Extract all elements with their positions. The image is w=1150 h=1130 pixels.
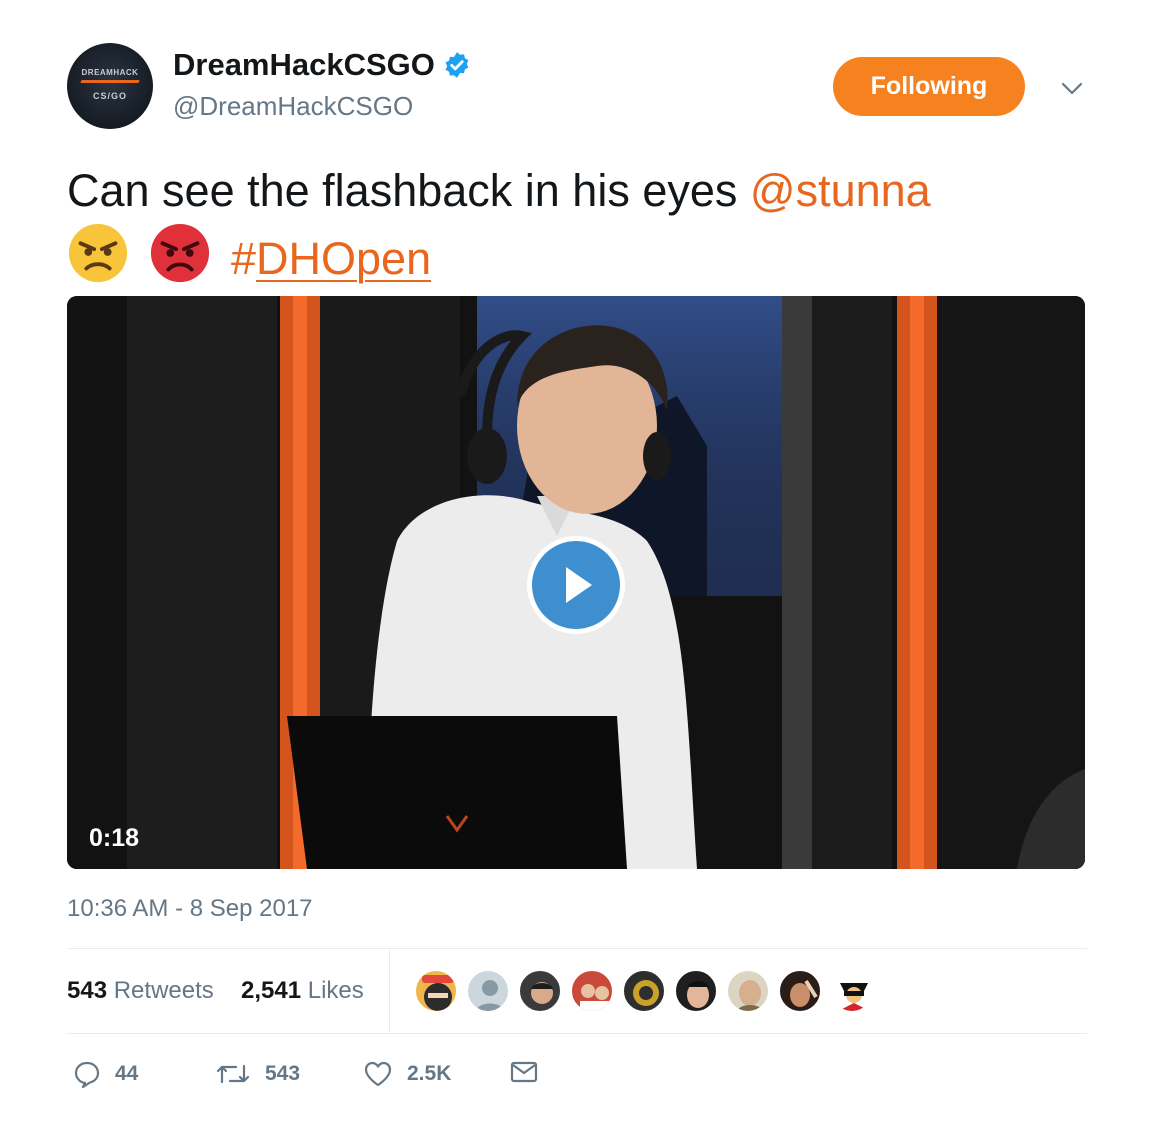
- account-avatar[interactable]: DREAMHACK CS/GO: [67, 43, 153, 129]
- liker-avatar[interactable]: [622, 969, 666, 1013]
- verified-badge-icon: [445, 52, 469, 78]
- liker-avatar[interactable]: [830, 969, 874, 1013]
- tweet-timestamp[interactable]: 10:36 AM - 8 Sep 2017: [67, 895, 313, 923]
- mention-link[interactable]: @stunna: [750, 165, 931, 216]
- liker-avatar[interactable]: [726, 969, 770, 1013]
- account-handle[interactable]: @DreamHackCSGO: [173, 91, 413, 122]
- retweet-icon: [216, 1064, 250, 1084]
- liker-avatar[interactable]: [518, 969, 562, 1013]
- likes-stat[interactable]: 2,541 Likes: [241, 977, 364, 1005]
- tweet-text: Can see the flashback in his eyes @stunn…: [67, 160, 1087, 290]
- retweets-label: Retweets: [113, 977, 214, 1004]
- following-button[interactable]: Following: [833, 57, 1025, 116]
- like-count: 2.5K: [407, 1062, 452, 1085]
- divider: [67, 1033, 1087, 1034]
- hashtag-text: DHOpen: [256, 233, 432, 284]
- pouting-face-emoji-icon: [150, 223, 210, 283]
- liker-avatar[interactable]: [414, 969, 458, 1013]
- play-button[interactable]: [527, 536, 625, 634]
- display-name[interactable]: DreamHackCSGO: [173, 47, 435, 83]
- likes-label: Likes: [307, 977, 364, 1004]
- liker-avatar[interactable]: [778, 969, 822, 1013]
- heart-icon: [364, 1061, 392, 1087]
- retweets-stat[interactable]: 543 Retweets: [67, 977, 214, 1005]
- chevron-down-icon[interactable]: [1058, 76, 1086, 100]
- reply-count: 44: [115, 1062, 139, 1085]
- like-action[interactable]: 2.5K: [363, 1060, 451, 1088]
- retweet-count: 543: [265, 1062, 301, 1085]
- account-name-row[interactable]: DreamHackCSGO: [173, 47, 471, 83]
- retweets-count: 543: [67, 977, 108, 1004]
- avatar-stripe: [80, 79, 140, 83]
- direct-message-action[interactable]: [510, 1060, 552, 1084]
- liker-avatar[interactable]: [466, 969, 510, 1013]
- hashtag-link[interactable]: #DHOpen: [231, 233, 431, 284]
- tweet-body: Can see the flashback in his eyes: [67, 165, 750, 216]
- hashtag-symbol: #: [231, 233, 257, 284]
- avatar-text-bottom: CS/GO: [92, 90, 127, 101]
- avatar-text-top: DREAMHACK: [81, 67, 139, 77]
- reply-icon: [74, 1061, 100, 1088]
- video-duration: 0:18: [89, 824, 140, 852]
- video-player[interactable]: 0:18: [67, 296, 1085, 869]
- liker-avatar[interactable]: [674, 969, 718, 1013]
- retweet-action[interactable]: 543: [215, 1060, 300, 1088]
- liker-avatar[interactable]: [570, 969, 614, 1013]
- envelope-icon: [510, 1061, 538, 1083]
- stats-divider: [389, 950, 390, 1032]
- divider: [67, 948, 1087, 949]
- likes-count: 2,541: [241, 977, 302, 1004]
- play-icon: [566, 567, 592, 603]
- angry-face-emoji-icon: [68, 223, 128, 283]
- reply-action[interactable]: 44: [73, 1060, 138, 1088]
